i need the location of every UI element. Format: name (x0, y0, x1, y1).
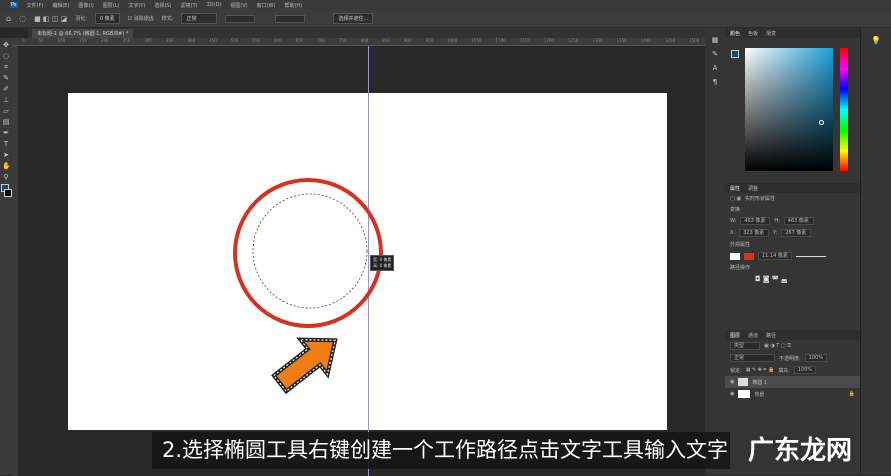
caption-subtitle: 2.选择椭圆工具右键创建一个工作路径点击文字工具输入文字 (152, 432, 730, 469)
tab-layers[interactable]: 图层 (730, 332, 740, 339)
shape-icon: ▢ ▣ (730, 195, 742, 202)
red-highlight-circle (233, 178, 383, 328)
stroke-swatch[interactable] (744, 252, 754, 260)
right-panels: 颜色 色板 渐变 属性 调整 ▢ ▣ 实时形状属性 变换 W: 463 像素 H: 463… (725, 28, 860, 475)
tab-adjustments[interactable]: 调整 (748, 185, 758, 192)
tab-swatches[interactable]: 色板 (748, 30, 758, 37)
layer-row[interactable]: ◉ 背景 🔒 (725, 388, 860, 400)
blend-mode-select[interactable]: 正常 (730, 354, 775, 362)
layer-name[interactable]: 背景 (754, 391, 764, 398)
history-icon[interactable]: ▦ (712, 36, 719, 44)
color-swatch-fg[interactable] (731, 50, 739, 58)
eye-icon[interactable]: ◉ (730, 379, 734, 385)
stroke-width-field[interactable]: 11.14 像素 (758, 252, 792, 260)
right-icon-column: 💡 (860, 28, 891, 475)
character-icon[interactable]: A (713, 64, 718, 72)
layer-name[interactable]: 椭圆 1 (752, 379, 767, 386)
tab-paths[interactable]: 路径 (766, 332, 776, 339)
tooltip-height: 高: 0 像素 (373, 263, 392, 268)
learn-icon[interactable]: 💡 (871, 36, 881, 45)
lock-icon: 🔒 (848, 391, 855, 397)
x-field[interactable]: 323 像素 (739, 229, 770, 237)
orange-arrow (271, 337, 338, 395)
hue-slider[interactable] (840, 48, 848, 171)
lock-icons[interactable]: ▦ ✎ ✥ ⌗ 🔒 (746, 367, 775, 373)
filter-icons[interactable]: ▣ ◑ T ▢ ⚿ (764, 343, 791, 349)
panel-icon-column: ▦ ✎ A ¶ (705, 28, 725, 475)
tab-channels[interactable]: 通道 (748, 332, 758, 339)
fill-field[interactable]: 100% (793, 366, 817, 374)
height-field[interactable]: 463 像素 (783, 217, 814, 225)
path-ops-label: 路径操作 (730, 265, 751, 271)
watermark: 广东龙网 (748, 436, 853, 466)
stroke-style-select[interactable] (795, 255, 826, 257)
layer-filter-select[interactable]: 类型 (730, 342, 760, 350)
layer-row[interactable]: ◉ 椭圆 1 (725, 376, 860, 388)
path-op-buttons[interactable]: ◘ ◙ ◚ ◛ (755, 275, 788, 283)
opacity-field[interactable]: 100% (804, 354, 827, 362)
ellipse-path (252, 193, 368, 309)
properties-panel: 属性 调整 ▢ ▣ 实时形状属性 变换 W: 463 像素 H: 463 像素 X: 323… (725, 183, 860, 285)
tab-properties[interactable]: 属性 (730, 185, 740, 192)
opacity-label: 不透明度: (779, 355, 801, 362)
width-field[interactable]: 463 像素 (740, 217, 771, 225)
transform-label: 变换 (730, 207, 741, 213)
y-field[interactable]: 267 像素 (781, 229, 812, 237)
eye-icon[interactable]: ◉ (730, 391, 734, 397)
lock-label: 锁定: (730, 367, 742, 374)
color-picker-cursor[interactable] (819, 120, 824, 125)
layers-panel: 图层 通道 路径 类型 ▣ ◑ T ▢ ⚿ 正常 不透明度: 100% 锁定: ▦ ✎ ✥ … (725, 330, 860, 400)
color-picker-field[interactable] (745, 48, 833, 171)
tab-gradients[interactable]: 渐变 (766, 30, 776, 37)
appearance-label: 外观属性 (730, 242, 751, 248)
brush-settings-icon[interactable]: ✎ (712, 50, 718, 58)
properties-type: 实时形状属性 (745, 196, 776, 202)
color-panel-header: 颜色 色板 渐变 (725, 28, 860, 38)
tab-color[interactable]: 颜色 (730, 30, 740, 37)
paragraph-icon[interactable]: ¶ (713, 78, 717, 86)
canvas-overlay (233, 178, 383, 395)
size-tooltip: 宽: 0 像素 高: 0 像素 (370, 255, 395, 271)
fill-swatch[interactable] (730, 252, 740, 260)
fill-label: 填充: (778, 367, 790, 374)
